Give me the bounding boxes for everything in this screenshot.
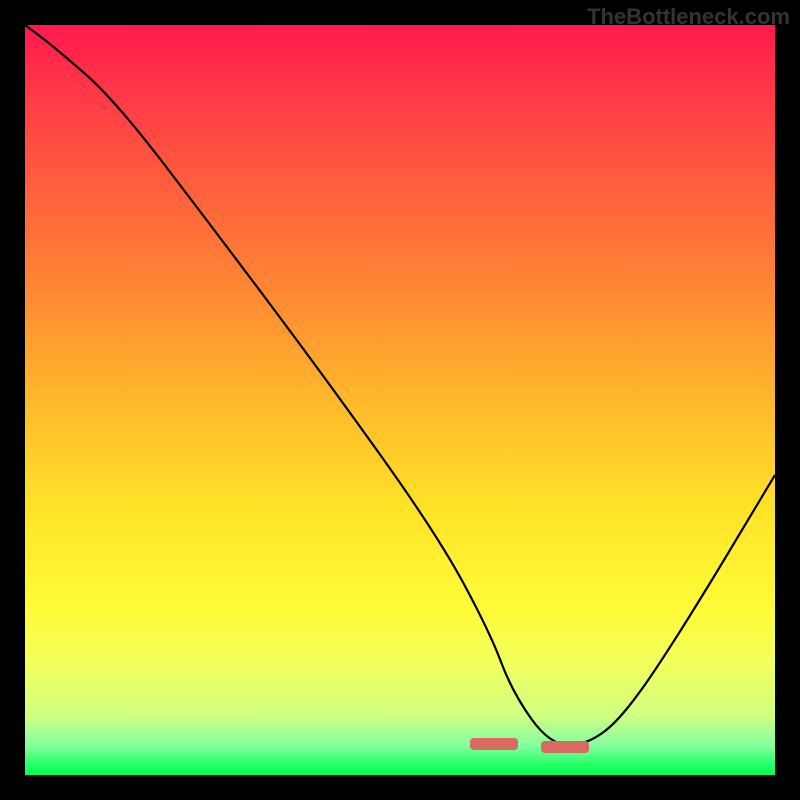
- curve-marker-left: [470, 738, 518, 750]
- chart-curve-svg: [25, 25, 775, 775]
- bottleneck-curve-line: [25, 25, 775, 745]
- chart-plot-area: [25, 25, 775, 775]
- watermark-text: TheBottleneck.com: [587, 4, 790, 30]
- curve-marker-right: [541, 741, 589, 753]
